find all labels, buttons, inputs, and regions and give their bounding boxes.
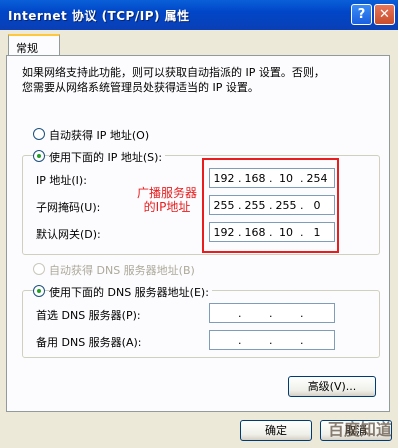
manual-ip-radio[interactable] — [33, 150, 45, 162]
auto-dns-label: 自动获得 DNS 服务器地址(B) — [49, 264, 195, 277]
octet-dot: . — [238, 307, 242, 320]
close-button[interactable]: ✕ — [374, 4, 395, 25]
title-bar: Internet 协议 (TCP/IP) 属性 ? ✕ — [0, 0, 398, 30]
alternate-dns-input[interactable]: . . . — [209, 330, 335, 350]
highlight-box — [202, 158, 339, 253]
default-gateway-label: 默认网关(D): — [36, 228, 101, 241]
auto-dns-radio[interactable] — [33, 263, 45, 275]
octet-dot: . — [269, 334, 273, 347]
octet-dot: . — [300, 307, 304, 320]
annotation-text: 广播服务器 的IP地址 — [126, 186, 208, 214]
preferred-dns-input[interactable]: . . . — [209, 303, 335, 323]
manual-dns-radio[interactable] — [33, 285, 45, 297]
watermark: 百度知道 — [327, 420, 392, 439]
ip-address-label: IP 地址(I): — [36, 174, 87, 187]
preferred-dns-label: 首选 DNS 服务器(P): — [36, 309, 141, 322]
help-button[interactable]: ? — [351, 4, 372, 25]
advanced-button[interactable]: 高级(V)... — [288, 376, 376, 397]
annotation-line-2: 的IP地址 — [143, 200, 191, 214]
octet-dot: . — [238, 334, 242, 347]
manual-ip-label: 使用下面的 IP 地址(S): — [49, 149, 166, 165]
annotation-line-1: 广播服务器 — [136, 186, 197, 200]
octet-dot: . — [300, 334, 304, 347]
ok-button[interactable]: 确定 — [240, 420, 312, 441]
description-text: 如果网络支持此功能，则可以获取自动指派的 IP 设置。否则， 您需要从网络系统管… — [22, 66, 325, 94]
octet-dot: . — [269, 307, 273, 320]
subnet-mask-label: 子网掩码(U): — [36, 201, 101, 214]
alternate-dns-label: 备用 DNS 服务器(A): — [36, 336, 142, 349]
auto-ip-label: 自动获得 IP 地址(O) — [49, 129, 150, 142]
manual-dns-label: 使用下面的 DNS 服务器地址(E): — [49, 284, 212, 300]
window-title: Internet 协议 (TCP/IP) 属性 — [8, 9, 190, 23]
auto-ip-radio[interactable] — [33, 128, 45, 140]
tab-general[interactable]: 常规 — [8, 34, 60, 56]
tab-general-label: 常规 — [16, 42, 38, 55]
